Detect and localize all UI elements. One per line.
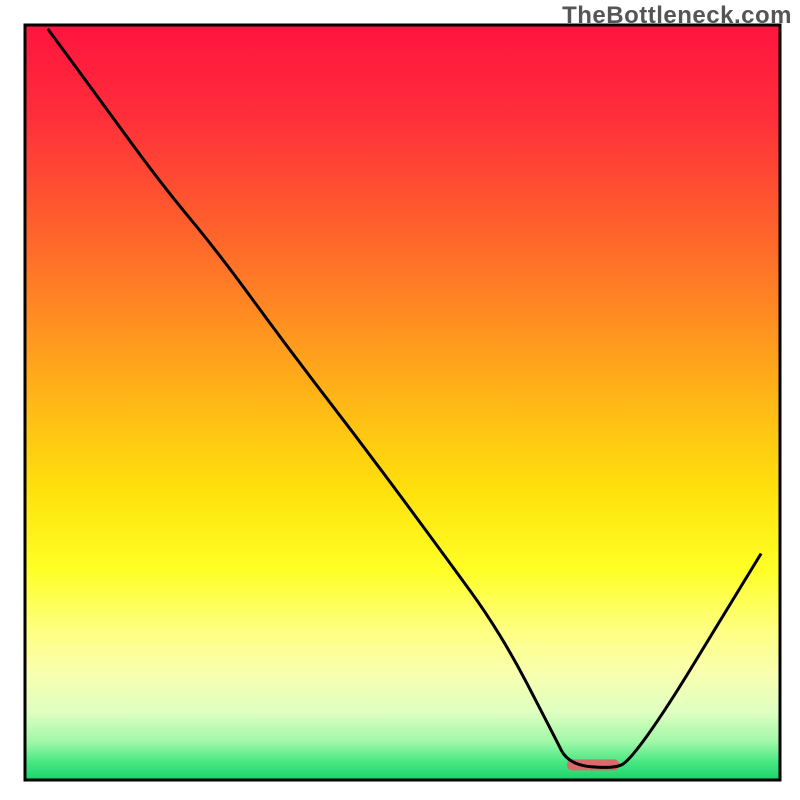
chart-svg — [0, 0, 800, 800]
watermark-text: TheBottleneck.com — [562, 2, 792, 30]
plot-background — [25, 25, 780, 780]
bottleneck-chart: TheBottleneck.com — [0, 0, 800, 800]
